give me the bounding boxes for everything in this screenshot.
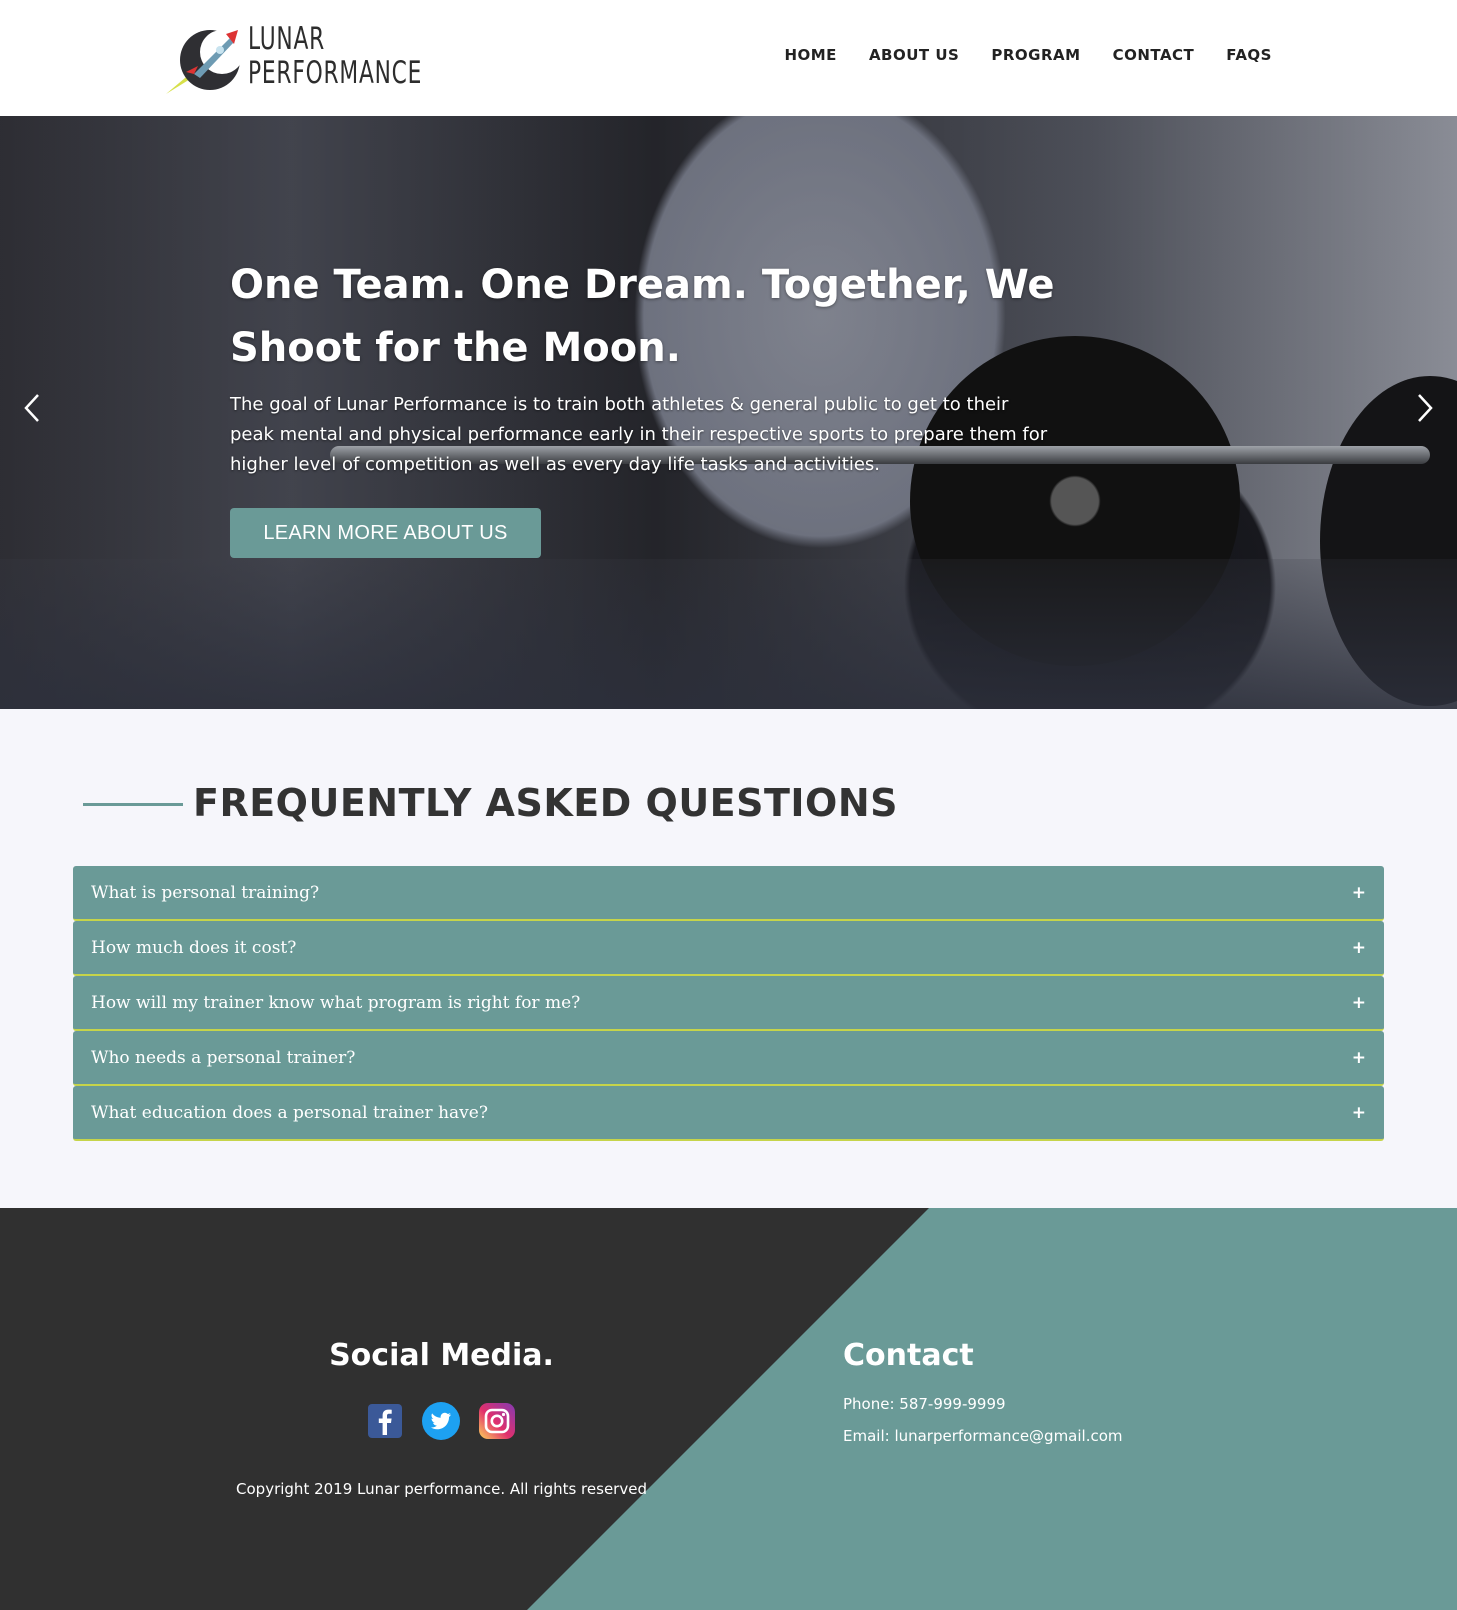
copyright-text: Copyright 2019 Lunar performance. All ri…	[236, 1480, 647, 1498]
faq-question: How much does it cost?	[91, 937, 297, 958]
faq-item[interactable]: How will my trainer know what program is…	[73, 976, 1384, 1031]
hero-slider: One Team. One Dream. Together, We Shoot …	[0, 116, 1457, 709]
faq-section: FREQUENTLY ASKED QUESTIONS What is perso…	[0, 709, 1457, 1208]
faq-question: How will my trainer know what program is…	[91, 992, 581, 1013]
plus-icon: +	[1351, 937, 1366, 958]
social-links	[366, 1402, 516, 1440]
nav-home[interactable]: HOME	[784, 46, 836, 64]
chevron-right-icon[interactable]	[1407, 391, 1441, 425]
nav-about-us[interactable]: ABOUT US	[869, 46, 959, 64]
hero-description: The goal of Lunar Performance is to trai…	[230, 394, 1048, 475]
footer-diagonal-panel	[527, 1208, 1457, 1610]
logo-wordmark: LUNAR PERFORMANCE	[248, 21, 423, 91]
faq-item[interactable]: What education does a personal trainer h…	[73, 1086, 1384, 1141]
hero-content: One Team. One Dream. Together, We Shoot …	[230, 254, 1060, 480]
instagram-icon[interactable]	[478, 1402, 516, 1440]
learn-more-button[interactable]: LEARN MORE ABOUT US	[230, 508, 541, 558]
contact-heading: Contact	[843, 1338, 974, 1373]
faq-question: What education does a personal trainer h…	[91, 1102, 488, 1123]
nav-faqs[interactable]: FAQS	[1226, 46, 1272, 64]
plus-icon: +	[1351, 882, 1366, 903]
facebook-icon[interactable]	[366, 1402, 404, 1440]
main-nav: HOME ABOUT US PROGRAM CONTACT FAQS	[752, 46, 1272, 64]
plus-icon: +	[1351, 992, 1366, 1013]
faq-heading: FREQUENTLY ASKED QUESTIONS	[193, 781, 899, 825]
contact-email[interactable]: Email: lunarperformance@gmail.com	[843, 1427, 1123, 1445]
social-media-heading: Social Media.	[329, 1338, 554, 1373]
site-header: LUNAR PERFORMANCE HOME ABOUT US PROGRAM …	[0, 0, 1457, 116]
faq-item[interactable]: What is personal training? +	[73, 866, 1384, 921]
nav-contact[interactable]: CONTACT	[1113, 46, 1195, 64]
heading-divider	[83, 803, 183, 806]
hero-title: One Team. One Dream. Together, We Shoot …	[230, 262, 1055, 371]
hero-bg-floor	[0, 559, 1457, 709]
logo[interactable]: LUNAR PERFORMANCE	[164, 18, 421, 94]
plus-icon: +	[1351, 1047, 1366, 1068]
twitter-icon[interactable]	[422, 1402, 460, 1440]
faq-item[interactable]: How much does it cost? +	[73, 921, 1384, 976]
rocket-moon-icon	[166, 30, 244, 94]
faq-accordion: What is personal training? + How much do…	[73, 866, 1384, 1141]
contact-phone: Phone: 587-999-9999	[843, 1395, 1006, 1413]
faq-question: What is personal training?	[91, 882, 320, 903]
site-footer: Social Media. Copyright 2019 Lunar perfo…	[0, 1208, 1457, 1610]
chevron-left-icon[interactable]	[16, 391, 50, 425]
faq-question: Who needs a personal trainer?	[91, 1047, 356, 1068]
faq-item[interactable]: Who needs a personal trainer? +	[73, 1031, 1384, 1086]
plus-icon: +	[1351, 1102, 1366, 1123]
nav-program[interactable]: PROGRAM	[991, 46, 1080, 64]
